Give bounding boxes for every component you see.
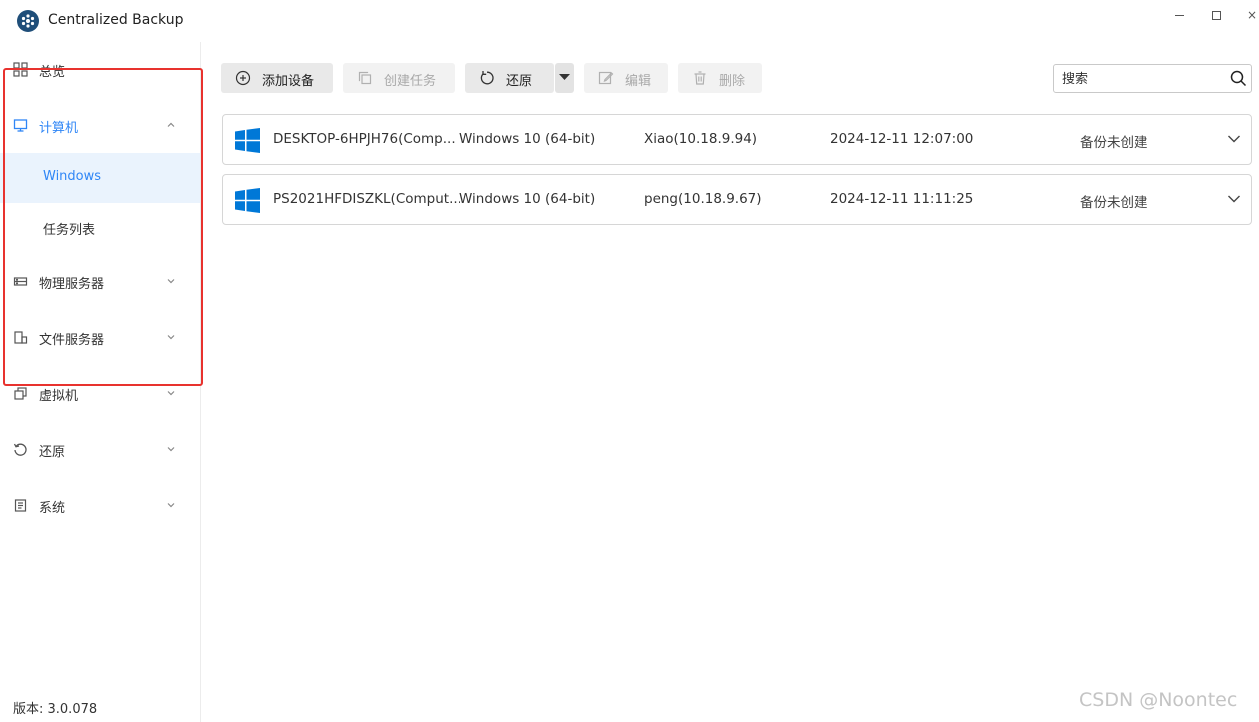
add-device-button[interactable]: 添加设备 — [221, 63, 333, 93]
copy-icon — [358, 71, 372, 85]
sidebar-item-computer[interactable]: 计算机 — [0, 101, 200, 151]
sidebar-item-label: 虚拟机 — [39, 389, 79, 404]
device-time: 2024-12-11 12:07:00 — [830, 131, 974, 147]
chevron-down-icon[interactable] — [166, 276, 176, 286]
sidebar-item-restore[interactable]: 还原 — [0, 425, 200, 475]
refresh-icon — [480, 71, 494, 85]
maximize-button[interactable] — [1206, 6, 1226, 26]
sidebar-item-label: 计算机 — [39, 121, 79, 136]
delete-button[interactable]: 删除 — [678, 63, 762, 93]
search-input[interactable] — [1062, 70, 1222, 88]
system-icon — [14, 499, 27, 512]
search-icon[interactable] — [1230, 70, 1247, 87]
chevron-down-icon[interactable] — [166, 444, 176, 454]
chevron-down-icon[interactable] — [1227, 134, 1241, 144]
windows-logo-icon — [235, 188, 260, 213]
chevron-up-icon[interactable] — [166, 120, 176, 130]
device-status: 备份未创建 — [1080, 135, 1148, 151]
version-label: 版本: 3.0.078 — [13, 702, 98, 717]
restore-icon — [13, 443, 27, 456]
device-os: Windows 10 (64-bit) — [459, 191, 596, 207]
restore-dropdown-button[interactable] — [555, 63, 574, 93]
chevron-down-icon[interactable] — [166, 332, 176, 342]
edit-button[interactable]: 编辑 — [584, 63, 668, 93]
file-server-icon — [14, 331, 28, 344]
delete-label: 删除 — [719, 74, 746, 89]
device-row[interactable]: PS2021HFDISZKL(Comput... Windows 10 (64-… — [222, 174, 1252, 225]
server-icon — [13, 277, 28, 286]
search-box — [1053, 64, 1252, 93]
sidebar-item-overview[interactable]: 总览 — [0, 45, 200, 95]
monitor-icon — [13, 119, 28, 132]
virtual-machine-icon — [14, 387, 27, 400]
create-task-button[interactable]: 创建任务 — [343, 63, 455, 93]
sidebar-item-label: 还原 — [39, 445, 66, 460]
restore-label: 还原 — [506, 74, 533, 89]
sidebar-item-label: 总览 — [39, 65, 66, 80]
edit-label: 编辑 — [625, 74, 652, 89]
sidebar-item-virtual-machine[interactable]: 虚拟机 — [0, 369, 200, 419]
device-user: Xiao(10.18.9.94) — [644, 131, 758, 147]
sidebar-item-label: 系统 — [39, 501, 66, 516]
restore-button[interactable]: 还原 — [465, 63, 554, 93]
sidebar-item-label: 文件服务器 — [39, 333, 105, 348]
chevron-down-icon[interactable] — [166, 500, 176, 510]
sidebar-subitem-label: 任务列表 — [43, 223, 96, 238]
trash-icon — [694, 71, 706, 85]
device-time: 2024-12-11 11:11:25 — [830, 191, 974, 207]
sidebar: 总览 计算机 Windows 任务列表 物理服务器 文件服务器 虚拟机 还原 系… — [0, 42, 201, 722]
create-task-label: 创建任务 — [384, 74, 437, 89]
device-name: DESKTOP-6HPJH76(Comp... — [273, 131, 456, 147]
add-device-label: 添加设备 — [262, 74, 315, 89]
title-bar: Centralized Backup × — [0, 0, 1259, 42]
device-row[interactable]: DESKTOP-6HPJH76(Comp... Windows 10 (64-b… — [222, 114, 1252, 165]
sidebar-item-label: 物理服务器 — [39, 277, 105, 292]
sidebar-item-file-server[interactable]: 文件服务器 — [0, 313, 200, 363]
plus-circle-icon — [235, 70, 251, 86]
sidebar-item-physical-server[interactable]: 物理服务器 — [0, 257, 200, 307]
watermark: CSDN @Noontec — [1079, 689, 1238, 711]
sidebar-subitem-label: Windows — [43, 169, 102, 184]
chevron-down-icon[interactable] — [1227, 194, 1241, 204]
device-name: PS2021HFDISZKL(Comput... — [273, 191, 460, 207]
sidebar-item-system[interactable]: 系统 — [0, 481, 200, 531]
app-logo-icon — [17, 10, 39, 32]
windows-logo-icon — [235, 128, 260, 153]
chevron-down-icon[interactable] — [166, 388, 176, 398]
device-user: peng(10.18.9.67) — [644, 191, 762, 207]
device-os: Windows 10 (64-bit) — [459, 131, 596, 147]
edit-icon — [598, 71, 614, 85]
sidebar-subitem-windows[interactable]: Windows — [0, 153, 200, 203]
device-status: 备份未创建 — [1080, 195, 1148, 211]
close-button[interactable]: × — [1242, 6, 1259, 26]
grid-icon — [13, 62, 28, 77]
app-title: Centralized Backup — [48, 12, 184, 28]
sidebar-subitem-task-list[interactable]: 任务列表 — [0, 203, 200, 253]
caret-down-icon — [559, 74, 570, 80]
minimize-button[interactable] — [1170, 6, 1190, 26]
